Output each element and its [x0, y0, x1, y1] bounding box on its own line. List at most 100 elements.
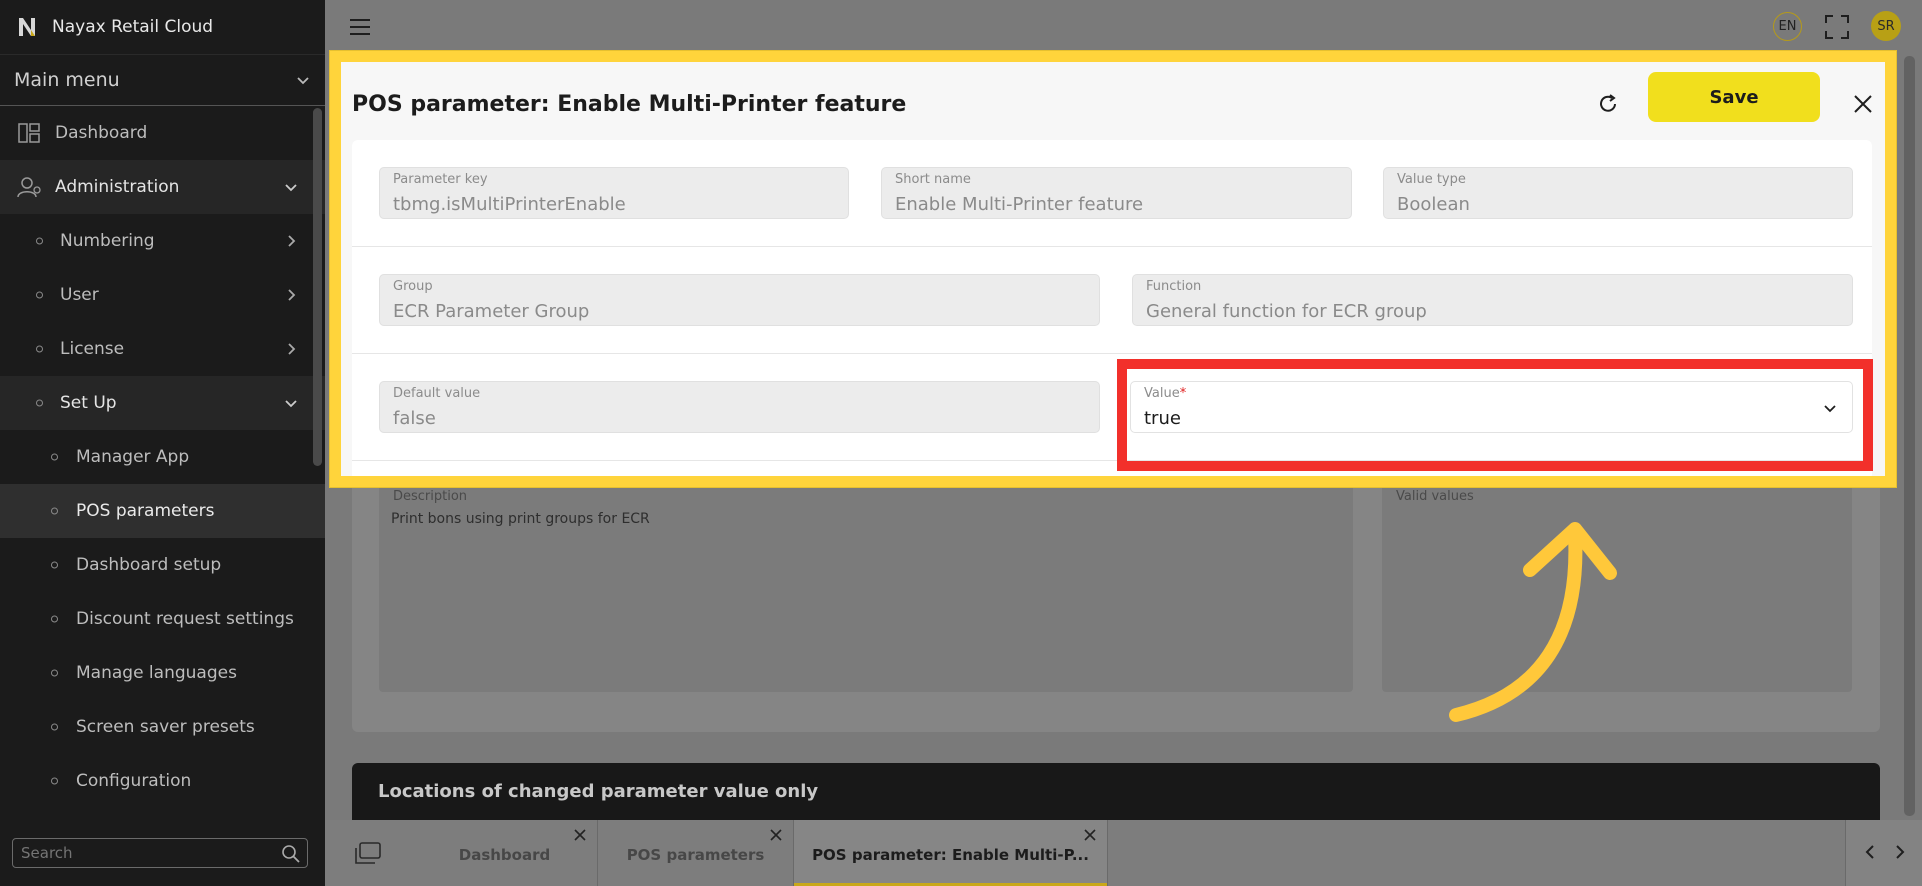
windows-icon[interactable] [355, 842, 381, 864]
chevron-down-icon [285, 400, 297, 408]
refresh-icon[interactable] [1596, 92, 1620, 116]
top-bar: EN SR [325, 0, 1922, 54]
save-button[interactable]: Save [1648, 72, 1820, 122]
sidebar-item-label: POS parameters [76, 501, 215, 521]
sidebar-item-manager-app[interactable]: Manager App [0, 430, 325, 484]
search-icon[interactable] [281, 844, 301, 864]
default-value-field: Default value false [379, 381, 1100, 433]
short-name-field: Short name Enable Multi-Printer feature [881, 167, 1352, 219]
user-avatar[interactable]: SR [1871, 11, 1901, 41]
row-divider [352, 246, 1872, 247]
sidebar-item-discount-request-settings[interactable]: Discount request settings [0, 592, 325, 646]
sidebar-item-label: Manage languages [76, 663, 237, 683]
nayax-logo-icon [16, 16, 38, 38]
hamburger-menu-icon[interactable] [349, 17, 371, 37]
sidebar-item-screen-saver-presets[interactable]: Screen saver presets [0, 700, 325, 754]
admin-gear-user-icon [16, 174, 42, 200]
function-field: Function General function for ECR group [1132, 274, 1853, 326]
description-label: Description [393, 489, 468, 504]
bullet-icon [51, 669, 58, 677]
close-icon[interactable] [1083, 828, 1097, 842]
sidebar-item-label: License [60, 339, 125, 359]
tab-dashboard[interactable]: Dashboard [412, 820, 598, 886]
bullet-icon [51, 561, 58, 569]
sidebar-scrollbar[interactable] [313, 108, 322, 466]
locations-section-header: Locations of changed parameter value onl… [352, 763, 1880, 823]
field-label: Parameter key [393, 172, 488, 187]
dialog-title: POS parameter: Enable Multi-Printer feat… [352, 92, 907, 117]
chevron-down-icon [285, 184, 297, 192]
parameter-key-field: Parameter key tbmg.isMultiPrinterEnable [379, 167, 849, 219]
sidebar-item-user[interactable]: User [0, 268, 325, 322]
close-icon[interactable] [769, 828, 783, 842]
field-value: Boolean [1397, 194, 1470, 215]
bullet-icon [51, 777, 58, 785]
bullet-icon [51, 615, 58, 623]
sidebar-item-label: Screen saver presets [76, 717, 255, 737]
value-field-highlight [1117, 359, 1873, 471]
sidebar-item-administration[interactable]: Administration [0, 160, 325, 214]
sidebar-item-numbering[interactable]: Numbering [0, 214, 325, 268]
brand: Nayax Retail Cloud [0, 0, 325, 54]
group-field: Group ECR Parameter Group [379, 274, 1100, 326]
dashboard-icon [16, 120, 42, 146]
tab-label: Dashboard [458, 846, 551, 864]
sidebar-item-label: Numbering [60, 231, 155, 251]
sidebar-item-label: Configuration [76, 771, 192, 791]
sidebar-item-label: Manager App [76, 447, 190, 467]
row-divider [352, 353, 1872, 354]
fullscreen-icon[interactable] [1824, 14, 1850, 40]
description-value: Print bons using print groups for ECR [391, 511, 650, 527]
tab-pos-parameter-detail[interactable]: POS parameter: Enable Multi-P... [794, 820, 1108, 886]
field-label: Function [1146, 279, 1202, 294]
valid-values-label: Valid values [1396, 489, 1474, 504]
sidebar-item-configuration[interactable]: Configuration [0, 754, 325, 808]
bullet-icon [36, 399, 43, 407]
sidebar-item-pos-parameters[interactable]: POS parameters [0, 484, 325, 538]
sidebar-item-label: User [60, 285, 99, 305]
main-menu-label: Main menu [14, 69, 120, 91]
close-icon[interactable] [1853, 94, 1873, 114]
field-label: Group [393, 279, 433, 294]
bullet-icon [36, 345, 43, 353]
tab-label: POS parameter: Enable Multi-P... [812, 846, 1089, 864]
chevron-left-icon[interactable] [1862, 844, 1878, 860]
language-switcher[interactable]: EN [1773, 12, 1802, 41]
bullet-icon [36, 237, 43, 245]
sidebar-item-license[interactable]: License [0, 322, 325, 376]
field-value: ECR Parameter Group [393, 301, 590, 322]
sidebar-item-label: Discount request settings [76, 609, 294, 629]
tab-nav-arrows [1845, 820, 1922, 886]
field-label: Value type [1397, 172, 1466, 187]
bullet-icon [51, 723, 58, 731]
sidebar-search-input[interactable] [13, 844, 263, 862]
field-value: false [393, 408, 436, 429]
value-type-field: Value type Boolean [1383, 167, 1853, 219]
chevron-right-icon[interactable] [1892, 844, 1908, 860]
locations-title: Locations of changed parameter value onl… [378, 781, 819, 802]
field-label: Default value [393, 386, 481, 401]
sidebar-item-dashboard[interactable]: Dashboard [0, 106, 325, 160]
tab-pos-parameters[interactable]: POS parameters [598, 820, 794, 886]
sidebar-item-manage-languages[interactable]: Manage languages [0, 646, 325, 700]
close-icon[interactable] [573, 828, 587, 842]
chevron-right-icon [288, 235, 296, 247]
bullet-icon [51, 507, 58, 515]
main-menu-toggle[interactable]: Main menu [0, 54, 325, 106]
description-field: Description Print bons using print group… [379, 481, 1353, 692]
annotation-arrow-icon [1449, 522, 1617, 722]
sidebar-item-label: Dashboard setup [76, 555, 222, 575]
field-value: Enable Multi-Printer feature [895, 194, 1144, 215]
field-value: tbmg.isMultiPrinterEnable [393, 194, 626, 215]
app-title: Nayax Retail Cloud [52, 17, 214, 37]
sidebar-search [12, 838, 308, 868]
tabs-bar: Dashboard POS parameters POS parameter: … [325, 820, 1922, 886]
main-scrollbar[interactable] [1904, 56, 1915, 816]
tab-label: POS parameters [626, 846, 765, 864]
sidebar-item-dashboard-setup[interactable]: Dashboard setup [0, 538, 325, 592]
sidebar-item-setup[interactable]: Set Up [0, 376, 325, 430]
sidebar: Nayax Retail Cloud Main menu Dashboard A… [0, 0, 325, 886]
chevron-right-icon [288, 289, 296, 301]
sidebar-item-label: Administration [55, 177, 180, 197]
field-value: General function for ECR group [1146, 301, 1427, 322]
